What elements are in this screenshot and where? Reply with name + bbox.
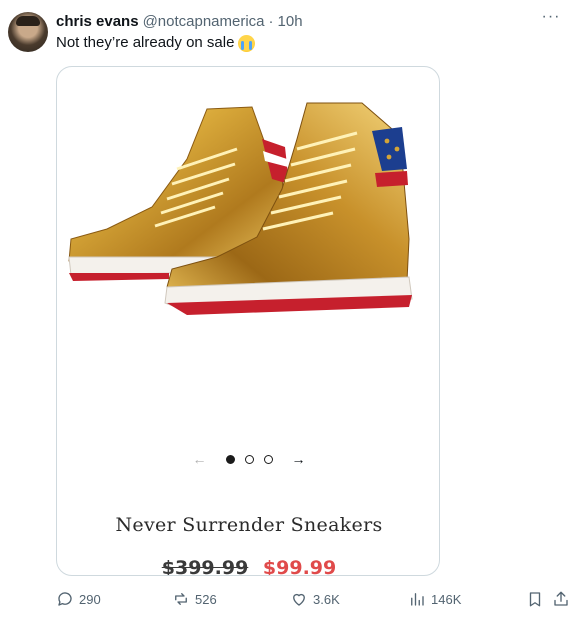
share-icon <box>554 591 568 606</box>
carousel-dot-3[interactable] <box>263 454 273 464</box>
old-price: $399.99 <box>161 557 249 576</box>
carousel-dot-1[interactable] <box>225 454 235 464</box>
reply-icon <box>58 592 72 606</box>
share-button[interactable] <box>552 590 570 608</box>
views-button[interactable]: 146K <box>408 590 461 608</box>
loudly-crying-face-icon <box>238 34 256 52</box>
tweet[interactable]: chris evans @notcapnamerica · 10h ··· No… <box>0 0 572 625</box>
carousel-dot-2[interactable] <box>244 454 254 464</box>
bookmark-icon <box>529 592 541 607</box>
tweet-header: chris evans @notcapnamerica · 10h <box>56 13 303 33</box>
views-count: 146K <box>431 591 462 607</box>
product-name: Never Surrender Sneakers <box>115 514 383 536</box>
reply-count: 290 <box>79 591 101 607</box>
tweet-actions: 290 526 3.6K 146K <box>56 590 568 612</box>
price-row: $399.99 $99.99 <box>57 557 439 576</box>
repost-button[interactable]: 526 <box>172 590 217 608</box>
carousel-prev-arrow-icon[interactable]: ← <box>190 451 210 467</box>
like-count: 3.6K <box>313 591 340 607</box>
sale-price: $99.99 <box>262 557 337 576</box>
tweet-text: Not they’re already on sale <box>56 33 256 53</box>
repost-count: 526 <box>195 591 217 607</box>
reply-button[interactable]: 290 <box>56 590 101 608</box>
sneakers-illustration <box>68 102 413 315</box>
heart-icon <box>293 593 305 606</box>
repost-icon <box>175 593 187 605</box>
like-button[interactable]: 3.6K <box>290 590 340 608</box>
timestamp[interactable]: 10h <box>278 13 303 30</box>
tweet-text-content: Not they’re already on sale <box>56 34 235 51</box>
more-options-icon[interactable]: ··· <box>540 9 562 32</box>
views-bar-chart-icon <box>411 593 424 606</box>
separator: · <box>268 13 274 30</box>
carousel-next-arrow-icon[interactable]: → <box>289 451 309 467</box>
bookmark-button[interactable] <box>526 590 544 608</box>
avatar[interactable] <box>8 12 48 52</box>
author-name[interactable]: chris evans <box>56 13 139 30</box>
author-handle[interactable]: @notcapnamerica <box>143 13 265 30</box>
sneakers-image[interactable] <box>57 89 439 329</box>
carousel-controls: ← → <box>57 449 439 469</box>
media-card[interactable]: ← → Never Surrender Sneakers $399.99 $99… <box>56 66 440 576</box>
